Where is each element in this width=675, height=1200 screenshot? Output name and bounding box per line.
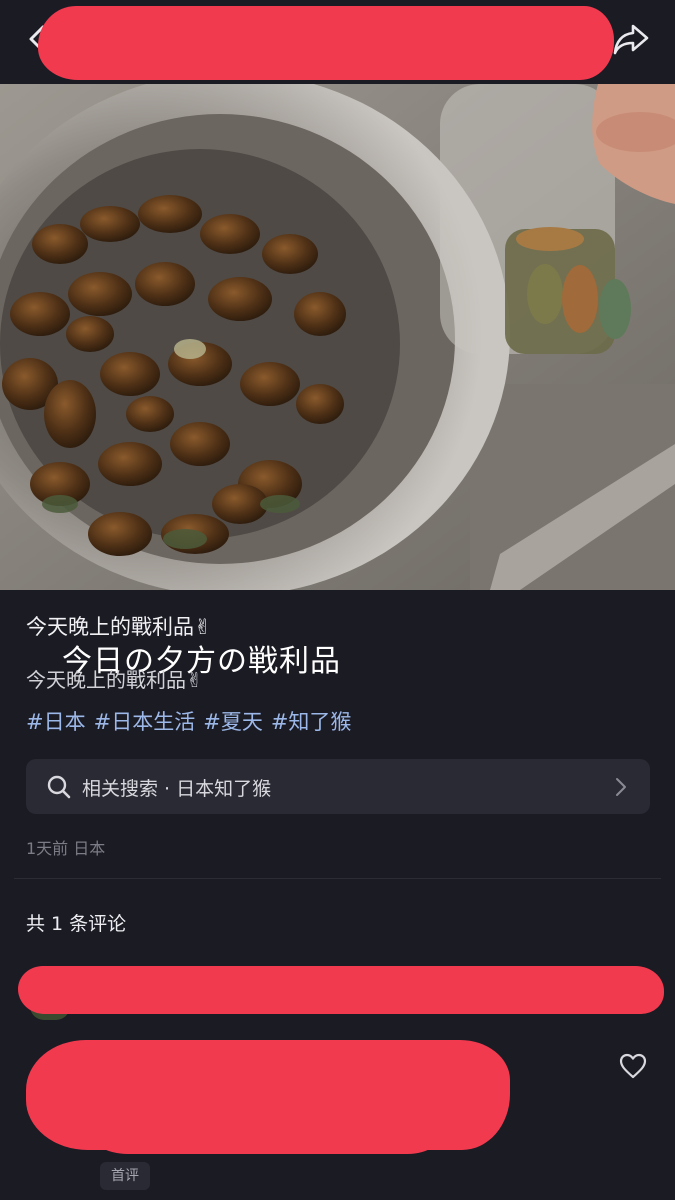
comment-count: 共 1 条评论 [26, 913, 127, 935]
tag-link[interactable]: #日本生活 [94, 706, 196, 736]
section-divider [14, 878, 661, 879]
tag-list: #日本 #日本生活 #夏天 #知了猴 [26, 706, 351, 736]
redacted-comment-text-extension [86, 1098, 446, 1154]
chevron-right-icon [616, 778, 626, 796]
post-meta: 1天前 日本 [26, 839, 106, 858]
related-search-bar[interactable]: 相关搜索 · 日本知了猴 [26, 759, 650, 814]
post-photo[interactable] [0, 84, 675, 590]
redacted-author-info [38, 6, 614, 80]
heart-icon [619, 1053, 647, 1079]
redacted-comment-author [18, 966, 664, 1014]
post-body: 今天晚上的戰利品✌ [26, 668, 203, 692]
tag-link[interactable]: #知了猴 [271, 706, 352, 736]
post-detail-screen: 今天晚上的戰利品✌ 今日の夕方の戦利品 今天晚上的戰利品✌ #日本 #日本生活 … [0, 0, 675, 1200]
top-bar [0, 0, 675, 84]
search-icon [47, 775, 71, 799]
tag-link[interactable]: #夏天 [203, 706, 263, 736]
first-comment-badge: 首评 [100, 1162, 150, 1190]
tag-link[interactable]: #日本 [26, 706, 86, 736]
share-arrow-icon [613, 24, 649, 55]
share-button[interactable] [611, 20, 651, 58]
like-button[interactable] [619, 1053, 647, 1079]
related-search-label: 相关搜索 · 日本知了猴 [82, 778, 272, 800]
